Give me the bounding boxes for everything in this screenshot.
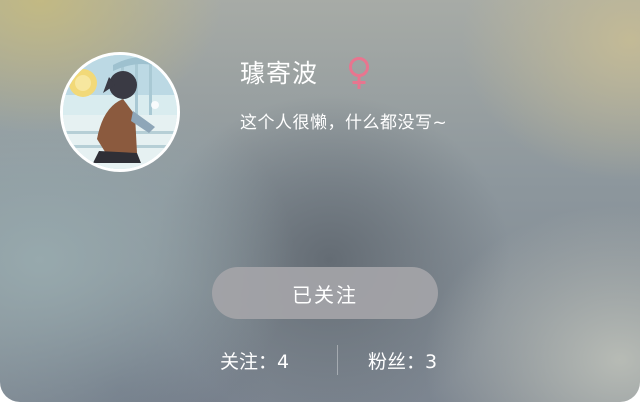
profile-card: 璩寄波 这个人很懒，什么都没写~ 已关注 关注：4 粉丝：3 bbox=[0, 0, 640, 402]
avatar-illustration bbox=[63, 55, 177, 169]
stats-divider bbox=[337, 345, 338, 375]
profile-bio: 这个人很懒，什么都没写~ bbox=[240, 113, 448, 133]
avatar[interactable] bbox=[60, 52, 180, 172]
username: 璩寄波 bbox=[240, 59, 319, 88]
following-count[interactable]: 关注：4 bbox=[220, 347, 289, 374]
followers-count[interactable]: 粉丝：3 bbox=[368, 347, 437, 374]
follow-button[interactable]: 已关注 bbox=[212, 267, 438, 319]
female-symbol-icon bbox=[349, 57, 369, 89]
